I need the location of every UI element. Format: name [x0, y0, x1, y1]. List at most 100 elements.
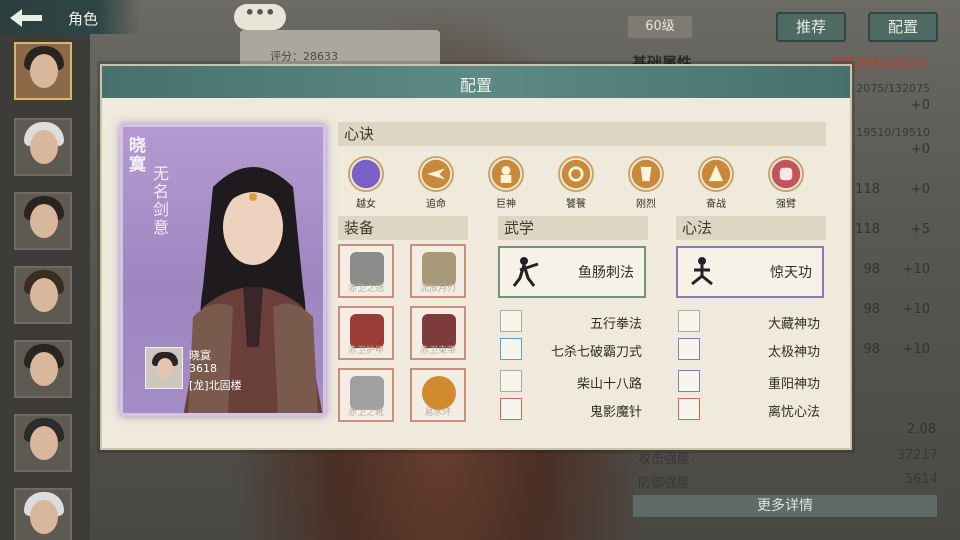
- giant-icon: [488, 156, 524, 192]
- recommend-button[interactable]: 推荐: [776, 12, 846, 42]
- beast-icon: [558, 156, 594, 192]
- swordsman-icon: [512, 257, 539, 287]
- xinjue-item[interactable]: 奋战: [686, 156, 746, 210]
- xinjue-label: 奋战: [706, 199, 726, 210]
- equipment-slot[interactable]: 赤卫护甲: [338, 306, 394, 360]
- martial-skill-icon: [500, 370, 522, 392]
- stat-value: 98: [863, 342, 880, 357]
- inner-skill-label: 太极神功: [767, 345, 820, 360]
- martial-skill-label: 七杀七破霸刀式: [550, 345, 642, 360]
- inner-skill-icon: [678, 398, 700, 420]
- back-button[interactable]: [6, 6, 50, 30]
- more-details-button[interactable]: 更多详情: [632, 494, 938, 518]
- dash-icon: [418, 156, 454, 192]
- inner-main-label: 惊天功: [770, 265, 812, 281]
- xinjue-item[interactable]: 刚烈: [616, 156, 676, 210]
- equipment-slot[interactable]: 赤卫束带: [410, 306, 466, 360]
- xinjue-label: 巨神: [496, 199, 516, 210]
- inner-skill[interactable]: 太极神功: [678, 338, 824, 362]
- character-avatar[interactable]: [14, 340, 72, 398]
- character-avatar[interactable]: [14, 42, 72, 100]
- xinjue-item[interactable]: 追命: [406, 156, 466, 210]
- equipment-label: 赤卫之靴: [347, 408, 384, 418]
- xinjue-item[interactable]: 饕餮: [546, 156, 606, 210]
- martial-skill[interactable]: 鬼影魔针: [500, 398, 646, 422]
- martial-skill[interactable]: 七杀七破霸刀式: [500, 338, 646, 362]
- stat-bonus: +10: [902, 342, 930, 357]
- xinjue-label: 饕餮: [566, 199, 586, 210]
- martial-skill-label: 柴山十八路: [576, 377, 642, 392]
- crescent-icon: [348, 156, 384, 192]
- equipment-slot[interactable]: 赤卫之靴: [338, 368, 394, 422]
- equipment-header: 装备: [338, 216, 468, 240]
- defense-row: 防御强度 5614: [638, 472, 938, 491]
- inner-skill-label: 大藏神功: [767, 317, 820, 332]
- inner-header: 心法: [676, 216, 826, 240]
- character-name: 晓寞: [129, 136, 146, 175]
- character-avatar[interactable]: [14, 488, 72, 540]
- martial-skill-icon: [500, 310, 522, 332]
- page-title: 角色: [68, 10, 99, 28]
- martial-header: 武学: [498, 216, 648, 240]
- inner-main-skill[interactable]: 惊天功: [676, 246, 824, 298]
- xinjue-label: 刚烈: [636, 199, 656, 210]
- equipment-slot[interactable]: 赤卫之冠: [338, 244, 394, 298]
- equipment-label: 赤卫护甲: [347, 346, 384, 356]
- character-title: 无名剑意: [153, 164, 170, 237]
- xinjue-item[interactable]: 强臂: [756, 156, 816, 210]
- xinjue-label: 追命: [426, 199, 446, 210]
- character-info: 晓寞 3618 [龙]北固楼: [145, 347, 315, 393]
- fist-icon: [768, 156, 804, 192]
- stat-bonus: +0: [910, 182, 930, 197]
- hp-bonus: +0: [910, 98, 930, 113]
- config-button[interactable]: 配置: [868, 12, 938, 42]
- character-list: [0, 34, 90, 540]
- character-avatar[interactable]: [14, 192, 72, 250]
- stat-value: 118: [855, 222, 880, 237]
- martial-skill[interactable]: 五行拳法: [500, 310, 646, 334]
- martial-skill-label: 五行拳法: [589, 317, 642, 332]
- equipment-label: 流放月刃: [419, 284, 456, 294]
- stat-value: 98: [863, 302, 880, 317]
- mini-avatar: [145, 347, 183, 389]
- mp-value: 19510/19510: [856, 126, 930, 139]
- chat-bubble-button[interactable]: •••: [234, 4, 286, 30]
- character-avatar[interactable]: [14, 414, 72, 472]
- xinjue-list: 越女 追命 巨神 饕餮 刚烈 奋战 强臂: [338, 156, 838, 212]
- defense-value: 5614: [904, 472, 938, 487]
- martial-skill-icon: [500, 338, 522, 360]
- inner-skill-icon: [678, 310, 700, 332]
- equipment-slot[interactable]: 易水环: [410, 368, 466, 422]
- stat-bonus: +5: [910, 222, 930, 237]
- level-badge: 60级: [628, 16, 692, 38]
- attack-label: 攻击强度: [638, 452, 691, 467]
- equipment-slot[interactable]: 流放月刃: [410, 244, 466, 298]
- martial-main-skill[interactable]: 鱼肠刺法: [498, 246, 646, 298]
- equipment-label: 易水环: [424, 408, 452, 418]
- inner-skill-label: 离忧心法: [767, 405, 820, 420]
- crit-value: 2.08: [907, 422, 936, 437]
- stat-bonus: +10: [902, 262, 930, 277]
- inner-skill[interactable]: 大藏神功: [678, 310, 824, 334]
- mp-bonus: +0: [910, 142, 930, 157]
- equipment-label: 赤卫束带: [419, 346, 456, 356]
- martial-skill[interactable]: 柴山十八路: [500, 370, 646, 394]
- top-bar: 角色: [0, 0, 140, 34]
- xinjue-item[interactable]: 巨神: [476, 156, 536, 210]
- xinjue-label: 越女: [356, 199, 376, 210]
- martial-main-label: 鱼肠刺法: [578, 265, 634, 281]
- stat-value: 98: [863, 262, 880, 277]
- character-avatar[interactable]: [14, 118, 72, 176]
- martial-skill-icon: [500, 398, 522, 420]
- character-avatar[interactable]: [14, 266, 72, 324]
- arrow-left-icon: [10, 9, 42, 27]
- defense-label: 防御强度: [638, 476, 691, 491]
- inner-skill[interactable]: 离忧心法: [678, 398, 824, 422]
- meditation-icon: [691, 257, 713, 286]
- character-card: 晓寞 无名剑意 晓寞 3618 [龙]北固楼: [120, 124, 326, 416]
- inner-skill[interactable]: 重阳神功: [678, 370, 824, 394]
- xinjue-item[interactable]: 越女: [336, 156, 396, 210]
- fury-icon: [628, 156, 664, 192]
- martial-skill-label: 鬼影魔针: [589, 405, 642, 420]
- score-text: 评分：28633: [270, 50, 338, 63]
